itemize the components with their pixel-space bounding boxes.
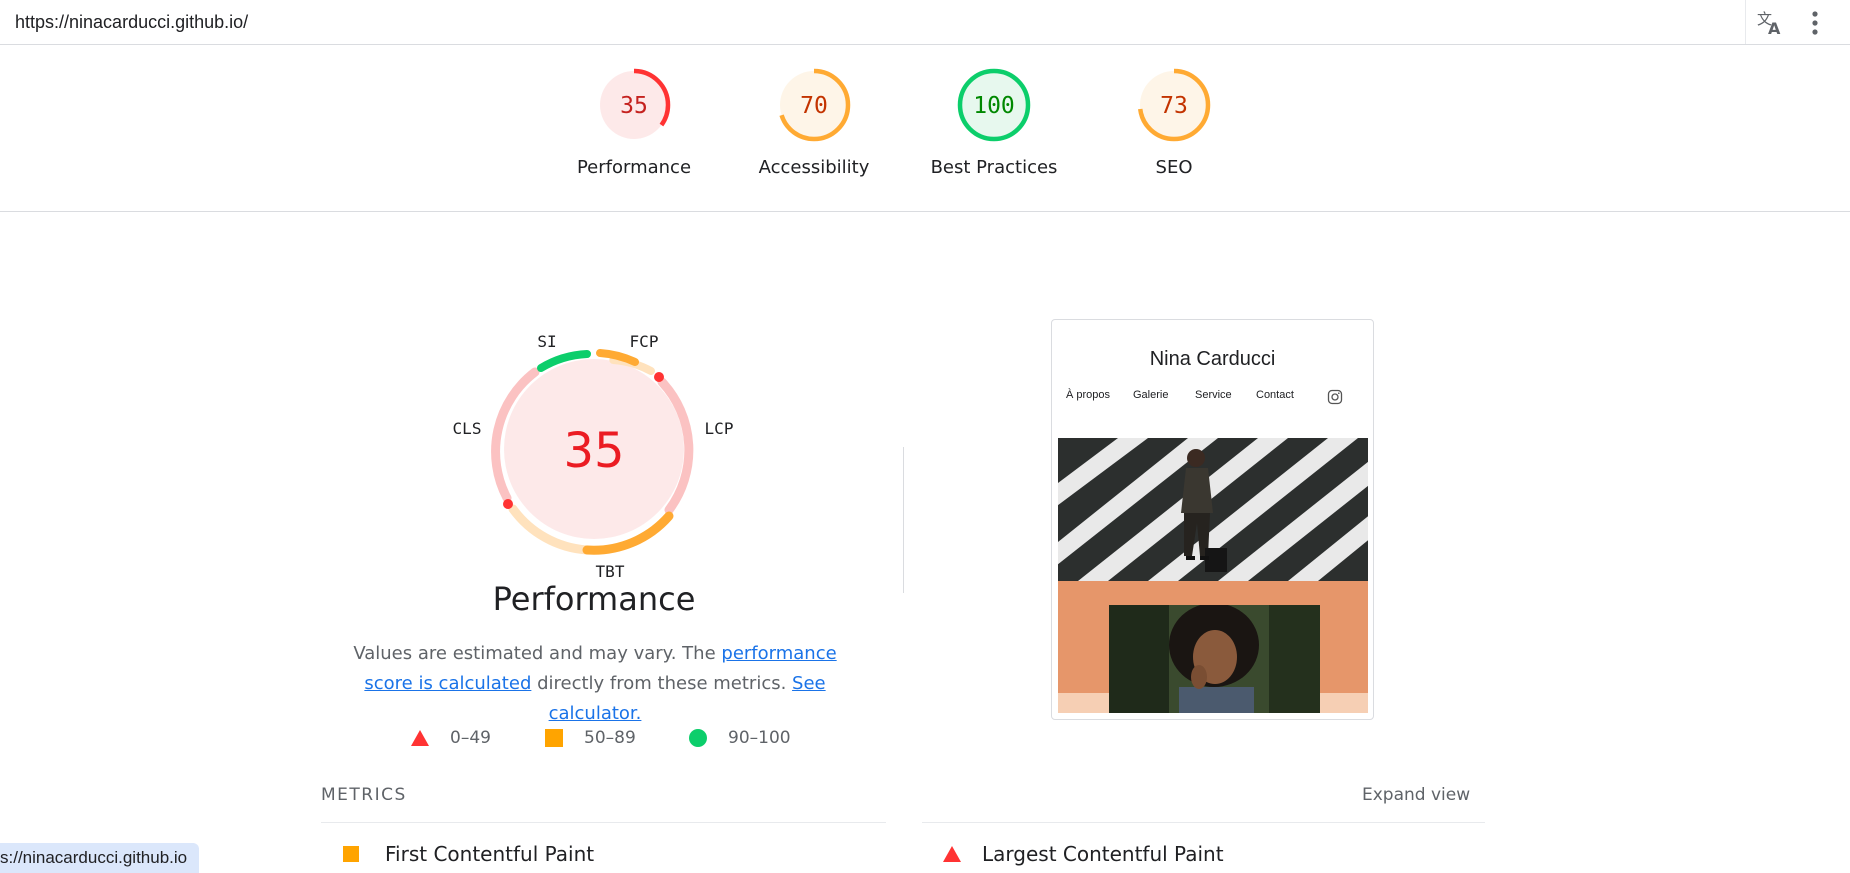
performance-metrics-gauge: 35 SI FCP LCP CLS TBT [435,320,755,620]
performance-title: Performance [492,580,696,618]
gauge-label: Best Practices [930,157,1058,178]
page-screenshot-preview[interactable]: Nina Carducci À propos Galerie Service C… [1051,319,1374,720]
metrics-divider-right [922,822,1485,823]
gauge-accessibility[interactable]: 70 Accessibility [734,67,894,178]
gauge-label: Performance [576,157,692,178]
legend-fail: 0–49 [410,728,491,748]
preview-nav-item: Contact [1256,389,1294,401]
gauge-ring: 73 [1137,68,1211,142]
section-divider [903,447,904,593]
preview-site-title: Nina Carducci [1149,348,1276,370]
preview-nav-item: À propos [1066,389,1111,401]
description-middle: directly from these metrics. [531,673,793,694]
legend-range: 90–100 [728,728,791,748]
preview-portrait-image [1109,605,1320,713]
gauge-label: Accessibility [758,157,870,178]
gauge-score: 35 [620,93,648,119]
gauge-best-practices[interactable]: 100 Best Practices [914,67,1074,178]
gauge-label: SEO [1155,157,1193,178]
gauge-score: 73 [1160,93,1188,119]
fcp-label: FCP [630,332,659,351]
address-bar-url[interactable]: https://ninacarducci.github.io/ [15,12,248,33]
si-label: SI [537,332,556,351]
metric-label: Largest Contentful Paint [982,842,1224,866]
gauge-ring: 35 [597,68,671,142]
circle-icon [689,729,707,747]
legend-range: 0–49 [450,728,491,748]
triangle-icon [411,730,429,746]
square-icon [545,729,563,747]
gauge-ring: 100 [957,68,1031,142]
preview-nav-item: Galerie [1133,389,1169,401]
translate-icon[interactable]: 文 A [1752,4,1788,40]
metric-row-fcp[interactable]: First Contentful Paint [343,842,594,866]
gauge-performance[interactable]: 35 Performance [554,67,714,178]
preview-nav-item: Service [1195,389,1232,401]
expand-view-button[interactable]: Expand view [1362,785,1470,805]
lcp-label: LCP [705,419,734,438]
metrics-divider-left [321,822,886,823]
browser-toolbar: https://ninacarducci.github.io/ 文 A [0,0,1850,45]
cls-label: CLS [453,419,482,438]
more-menu-icon[interactable] [1797,4,1833,40]
legend-pass: 90–100 [688,728,791,748]
description-prefix: Values are estimated and may vary. The [353,643,722,664]
preview-hero-image [1058,438,1368,581]
performance-score: 35 [563,423,624,479]
tbt-label: TBT [596,562,625,581]
status-bar-url: s://ninacarducci.github.io [0,843,200,873]
metric-row-lcp[interactable]: Largest Contentful Paint [943,842,1224,866]
gauge-seo[interactable]: 73 SEO [1094,67,1254,178]
toolbar-divider [1745,0,1746,44]
instagram-icon [1327,389,1343,405]
lcp-marker [654,372,664,382]
metric-label: First Contentful Paint [385,842,595,866]
performance-description: Values are estimated and may vary. The p… [330,639,860,729]
svg-text:A: A [1768,19,1781,38]
legend-range: 50–89 [584,728,636,748]
metrics-heading: METRICS [321,785,407,805]
gauge-score: 100 [973,93,1015,119]
category-gauges: 35 Performance 70 Accessibility 100 Best… [0,45,1850,212]
gauge-score: 70 [800,93,828,119]
cls-marker [503,499,513,509]
triangle-icon [943,846,961,862]
legend-average: 50–89 [545,728,636,748]
square-icon [343,846,359,862]
gauge-ring: 70 [777,68,851,142]
